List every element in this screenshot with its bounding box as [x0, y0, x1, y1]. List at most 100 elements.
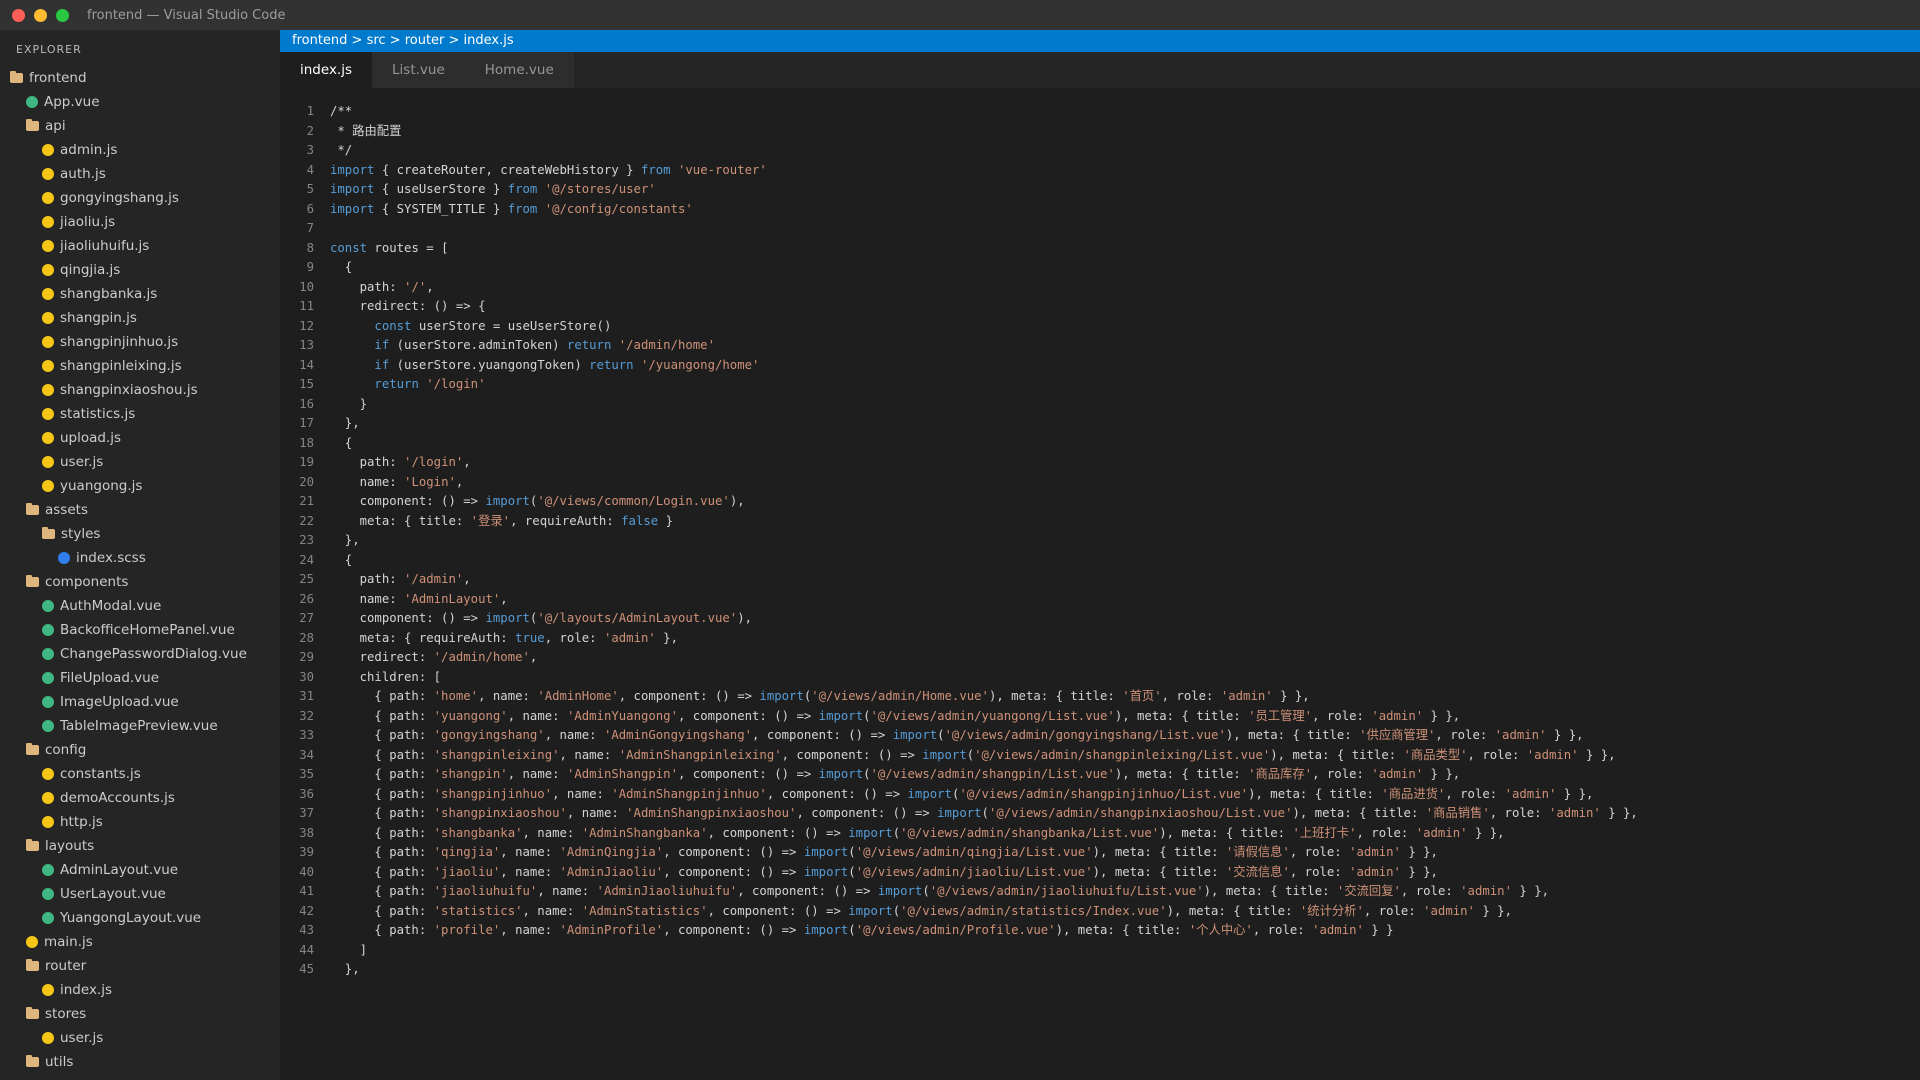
explorer-file[interactable]: constants.js: [0, 762, 280, 786]
code-line[interactable]: 1 /**: [280, 102, 1920, 122]
editor-tab[interactable]: List.vue: [372, 52, 465, 88]
code-line[interactable]: 11 redirect: () => {: [280, 297, 1920, 317]
code-line[interactable]: 10 path: '/',: [280, 278, 1920, 298]
code-line[interactable]: 28 meta: { requireAuth: true, role: 'adm…: [280, 629, 1920, 649]
code-line[interactable]: 40 { path: 'jiaoliu', name: 'AdminJiaoli…: [280, 863, 1920, 883]
code-line[interactable]: 7: [280, 219, 1920, 239]
code-line[interactable]: 43 { path: 'profile', name: 'AdminProfil…: [280, 921, 1920, 941]
explorer-file[interactable]: UserLayout.vue: [0, 882, 280, 906]
explorer-file[interactable]: demoAccounts.js: [0, 786, 280, 810]
code-line[interactable]: 9 {: [280, 258, 1920, 278]
code-line[interactable]: 33 { path: 'gongyingshang', name: 'Admin…: [280, 726, 1920, 746]
explorer-file[interactable]: shangpinjinhuo.js: [0, 330, 280, 354]
explorer-file[interactable]: main.js: [0, 930, 280, 954]
editor-tab[interactable]: Home.vue: [464, 52, 574, 88]
explorer-file[interactable]: user.js: [0, 1026, 280, 1050]
explorer-folder[interactable]: components: [0, 570, 280, 594]
code-line[interactable]: 14 if (userStore.yuangongToken) return '…: [280, 356, 1920, 376]
explorer-file[interactable]: TableImagePreview.vue: [0, 714, 280, 738]
line-number: 4: [306, 162, 314, 177]
code-line[interactable]: 17 },: [280, 414, 1920, 434]
explorer-file[interactable]: ImageUpload.vue: [0, 690, 280, 714]
maximize-window-button[interactable]: [56, 8, 69, 22]
code-line[interactable]: 8 const routes = [: [280, 239, 1920, 259]
explorer-folder[interactable]: stores: [0, 1002, 280, 1026]
editor-tab[interactable]: index.js: [280, 52, 373, 88]
code-line[interactable]: 21 component: () => import('@/views/comm…: [280, 492, 1920, 512]
explorer-file[interactable]: yuangong.js: [0, 474, 280, 498]
explorer-file[interactable]: upload.js: [0, 426, 280, 450]
explorer-folder[interactable]: api: [0, 114, 280, 138]
code-line[interactable]: 20 name: 'Login',: [280, 473, 1920, 493]
explorer-folder[interactable]: styles: [0, 522, 280, 546]
code-line[interactable]: 36 { path: 'shangpinjinhuo', name: 'Admi…: [280, 785, 1920, 805]
explorer-file[interactable]: qingjia.js: [0, 258, 280, 282]
explorer-file[interactable]: statistics.js: [0, 402, 280, 426]
minimize-window-button[interactable]: [34, 8, 47, 22]
code-line[interactable]: 29 redirect: '/admin/home',: [280, 648, 1920, 668]
code-line[interactable]: 3 */: [280, 141, 1920, 161]
code-line[interactable]: 6 import { SYSTEM_TITLE } from '@/config/…: [280, 200, 1920, 220]
code-line[interactable]: 19 path: '/login',: [280, 453, 1920, 473]
code-line[interactable]: 35 { path: 'shangpin', name: 'AdminShang…: [280, 765, 1920, 785]
code-line[interactable]: 5 import { useUserStore } from '@/stores/…: [280, 180, 1920, 200]
explorer-file[interactable]: auth.js: [0, 162, 280, 186]
explorer-file[interactable]: shangbanka.js: [0, 282, 280, 306]
code-line[interactable]: 32 { path: 'yuangong', name: 'AdminYuang…: [280, 707, 1920, 727]
code-line[interactable]: 38 { path: 'shangbanka', name: 'AdminSha…: [280, 824, 1920, 844]
code-line[interactable]: 18 {: [280, 434, 1920, 454]
code-line[interactable]: 41 { path: 'jiaoliuhuifu', name: 'AdminJ…: [280, 882, 1920, 902]
code-editor[interactable]: 1/** 2 * 路由配置 3 */4 import { createRouter, …: [280, 88, 1920, 1080]
folder-icon: [26, 119, 39, 131]
explorer-file[interactable]: shangpin.js: [0, 306, 280, 330]
explorer-file[interactable]: shangpinleixing.js: [0, 354, 280, 378]
code-line[interactable]: 4 import { createRouter, createWebHistory…: [280, 161, 1920, 181]
explorer-folder[interactable]: router: [0, 954, 280, 978]
explorer-file[interactable]: user.js: [0, 450, 280, 474]
explorer-folder[interactable]: layouts: [0, 834, 280, 858]
explorer-folder[interactable]: assets: [0, 498, 280, 522]
code-line[interactable]: 31 { path: 'home', name: 'AdminHome', co…: [280, 687, 1920, 707]
explorer-file[interactable]: jiaoliu.js: [0, 210, 280, 234]
explorer-file[interactable]: AuthModal.vue: [0, 594, 280, 618]
code-line[interactable]: 13 if (userStore.adminToken) return '/ad…: [280, 336, 1920, 356]
explorer-file[interactable]: admin.js: [0, 138, 280, 162]
code-line[interactable]: 24 {: [280, 551, 1920, 571]
explorer-file[interactable]: FileUpload.vue: [0, 666, 280, 690]
code-line[interactable]: 12 const userStore = useUserStore(): [280, 317, 1920, 337]
explorer-file[interactable]: gongyingshang.js: [0, 186, 280, 210]
code-line[interactable]: 2 * 路由配置: [280, 122, 1920, 142]
explorer-file[interactable]: index.scss: [0, 546, 280, 570]
explorer-file[interactable]: http.js: [0, 810, 280, 834]
code-line[interactable]: 15 return '/login': [280, 375, 1920, 395]
code-line[interactable]: 34 { path: 'shangpinleixing', name: 'Adm…: [280, 746, 1920, 766]
code-line[interactable]: 37 { path: 'shangpinxiaoshou', name: 'Ad…: [280, 804, 1920, 824]
code-line[interactable]: 26 name: 'AdminLayout',: [280, 590, 1920, 610]
explorer-folder[interactable]: frontend: [0, 66, 280, 90]
code-line[interactable]: 23 },: [280, 531, 1920, 551]
code-line[interactable]: 22 meta: { title: '登录', requireAuth: fal…: [280, 512, 1920, 532]
code-line[interactable]: 27 component: () => import('@/layouts/Ad…: [280, 609, 1920, 629]
explorer-file[interactable]: jiaoliuhuifu.js: [0, 234, 280, 258]
explorer-file[interactable]: shangpinxiaoshou.js: [0, 378, 280, 402]
code-line[interactable]: 44 ]: [280, 941, 1920, 961]
explorer-item-label: constants.js: [60, 766, 141, 782]
code-line[interactable]: 30 children: [: [280, 668, 1920, 688]
explorer-file[interactable]: BackofficeHomePanel.vue: [0, 618, 280, 642]
close-window-button[interactable]: [12, 8, 25, 22]
breadcrumb[interactable]: frontend > src > router > index.js: [280, 30, 1920, 52]
code-line[interactable]: 45 },: [280, 960, 1920, 980]
code-line[interactable]: 39 { path: 'qingjia', name: 'AdminQingji…: [280, 843, 1920, 863]
explorer-folder[interactable]: utils: [0, 1050, 280, 1074]
explorer-file[interactable]: ChangePasswordDialog.vue: [0, 642, 280, 666]
explorer-item-label: shangpinxiaoshou.js: [60, 382, 198, 398]
explorer-file[interactable]: index.js: [0, 978, 280, 1002]
explorer-file[interactable]: AdminLayout.vue: [0, 858, 280, 882]
code-line[interactable]: 25 path: '/admin',: [280, 570, 1920, 590]
code-line[interactable]: 16 }: [280, 395, 1920, 415]
explorer-folder[interactable]: config: [0, 738, 280, 762]
explorer-file[interactable]: App.vue: [0, 90, 280, 114]
code-line[interactable]: 42 { path: 'statistics', name: 'AdminSta…: [280, 902, 1920, 922]
explorer-file[interactable]: YuangongLayout.vue: [0, 906, 280, 930]
explorer-item-label: yuangong.js: [60, 478, 143, 494]
